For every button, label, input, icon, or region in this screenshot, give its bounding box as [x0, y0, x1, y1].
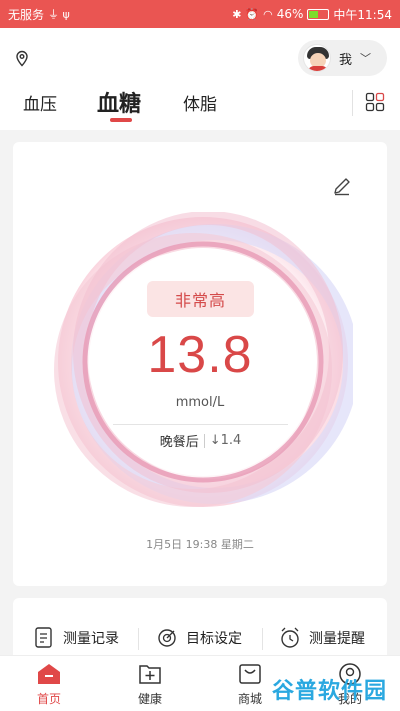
level-badge: 非常高 [147, 281, 254, 317]
user-switcher[interactable]: 我 ﹀ [298, 40, 387, 76]
chevron-down-icon: ﹀ [360, 52, 372, 65]
goal-setting-button[interactable]: 目标设定 [156, 626, 242, 650]
nav-home[interactable]: 首页 [19, 662, 79, 707]
clock-text: 中午11:54 [333, 7, 392, 22]
shop-bag-icon [239, 664, 261, 684]
watermark-text: 谷普软件园 [272, 679, 388, 704]
quick-action-label: 测量记录 [63, 631, 119, 647]
apps-grid-icon[interactable] [365, 92, 385, 112]
usb-icon: ⏚ ψ [48, 8, 70, 21]
tab-blood-pressure[interactable]: 血压 [23, 90, 57, 115]
glucose-reading-card: 非常高 13.8 mmol/L 晚餐后 ↓1.4 1月5日 19:38 星期二 [13, 142, 387, 586]
metric-tabs: 血压 血糖 体脂 [0, 86, 400, 130]
app-header: 我 ﹀ 血压 血糖 体脂 [0, 28, 400, 130]
battery-percent: 46% [276, 7, 304, 21]
reading-timestamp: 1月5日 19:38 星期二 [146, 538, 254, 551]
meal-period: 晚餐后 [159, 435, 199, 450]
carrier-text: 无服务 [8, 7, 45, 22]
tab-blood-glucose[interactable]: 血糖 [97, 86, 141, 118]
bluetooth-icon: ✱ [232, 7, 242, 21]
change-value: ↓1.4 [209, 433, 242, 448]
nav-label: 首页 [36, 692, 61, 706]
home-icon [38, 664, 60, 684]
health-plus-icon [139, 665, 161, 684]
target-icon [158, 629, 176, 647]
quick-action-label: 目标设定 [186, 631, 242, 647]
battery-icon [307, 8, 330, 20]
edit-pencil-icon[interactable] [331, 175, 353, 197]
glucose-unit: mmol/L [175, 395, 225, 410]
tab-body-fat[interactable]: 体脂 [183, 90, 217, 115]
tabs-divider [352, 90, 353, 116]
glucose-value: 13.8 [147, 326, 253, 384]
alarm-clock-icon [281, 627, 299, 648]
location-pin-icon[interactable] [14, 50, 30, 68]
nav-label: 商城 [237, 692, 262, 706]
user-label: 我 [339, 52, 353, 68]
measurement-records-button[interactable]: 测量记录 [33, 626, 119, 650]
nav-health[interactable]: 健康 [120, 662, 180, 707]
alarm-icon: ⏰ [245, 7, 260, 21]
quick-action-label: 测量提醒 [309, 631, 365, 647]
status-bar: 无服务 ⏚ ψ ✱ ⏰ ◠ 46% 中午11:54 [0, 0, 400, 28]
measurement-reminder-button[interactable]: 测量提醒 [279, 626, 365, 650]
nav-label: 健康 [137, 692, 162, 706]
record-list-icon [35, 627, 52, 648]
meal-period-row: 晚餐后 ↓1.4 [113, 424, 288, 456]
nav-shop[interactable]: 商城 [220, 662, 280, 707]
active-tab-indicator [110, 118, 132, 122]
wifi-icon: ◠ [263, 7, 273, 21]
avatar [303, 44, 331, 72]
